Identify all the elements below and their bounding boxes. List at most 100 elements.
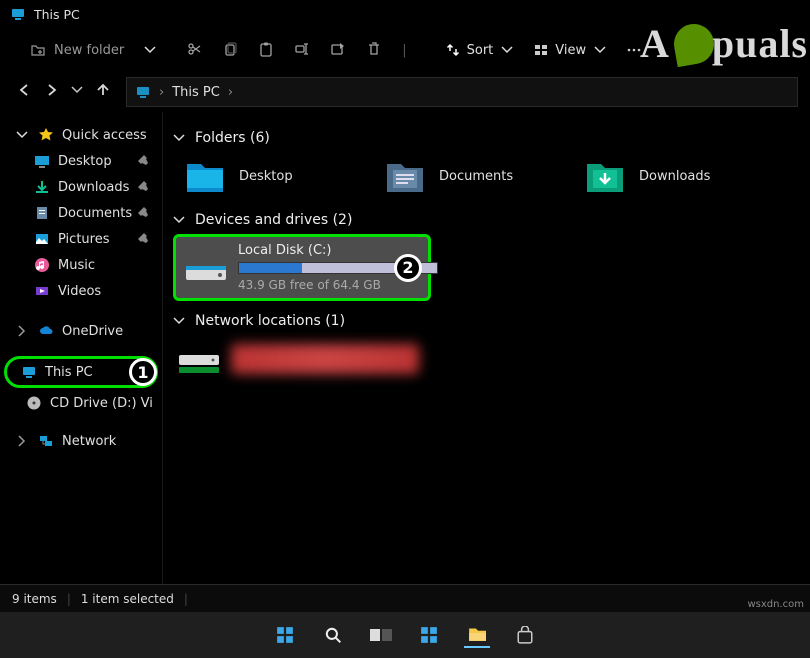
pictures-icon (34, 231, 50, 247)
chevron-right-icon: › (228, 85, 233, 100)
chevron-down-icon (499, 42, 515, 58)
sidebar-item-downloads[interactable]: Downloads (0, 174, 162, 200)
new-folder-label: New folder (54, 43, 124, 58)
windows-icon (276, 626, 294, 644)
taskbar (0, 612, 810, 658)
section-network-header[interactable]: Network locations (1) (169, 309, 806, 333)
section-devices-header[interactable]: Devices and drives (2) (169, 208, 806, 232)
store-icon (516, 626, 534, 644)
watermark-letters: puals (712, 20, 808, 67)
view-button[interactable]: View (533, 42, 608, 58)
sidebar-item-label: Music (58, 258, 95, 273)
star-icon (38, 127, 54, 143)
widgets-icon (420, 626, 438, 644)
sidebar-item-music[interactable]: Music (0, 252, 162, 278)
pin-icon (136, 153, 152, 169)
sidebar-item-videos[interactable]: Videos (0, 278, 162, 304)
section-devices-label: Devices and drives (2) (195, 212, 352, 228)
view-label: View (555, 43, 586, 58)
folder-tile-downloads[interactable]: Downloads (575, 154, 745, 198)
chevron-down-icon (142, 42, 158, 58)
breadcrumb[interactable]: This PC (172, 85, 220, 100)
folder-tile-desktop[interactable]: Desktop (175, 154, 345, 198)
status-selected: 1 item selected (81, 592, 174, 606)
back-button[interactable] (12, 82, 38, 102)
chevron-down-icon (171, 212, 187, 228)
taskbar-store[interactable] (512, 622, 538, 648)
this-pc-icon (21, 364, 37, 380)
sidebar-network[interactable]: Network (0, 428, 162, 454)
taskbar-search[interactable] (320, 622, 346, 648)
watermark-logo-icon (671, 20, 717, 66)
videos-icon (34, 283, 50, 299)
delete-icon[interactable] (366, 41, 384, 59)
drive-tile-local-c[interactable]: Local Disk (C:) 43.9 GB free of 64.4 GB … (173, 234, 431, 301)
taskbar-file-explorer[interactable] (464, 622, 490, 648)
address-bar[interactable]: › This PC › (126, 77, 798, 107)
taskbar-taskview[interactable] (368, 622, 394, 648)
sidebar-label: Quick access (62, 128, 147, 143)
rename-icon[interactable] (294, 41, 312, 59)
sidebar-this-pc[interactable]: This PC 1 (4, 356, 158, 388)
status-divider: | (67, 592, 71, 606)
desktop-icon (34, 153, 50, 169)
sidebar-label: Network (62, 434, 116, 449)
section-folders-label: Folders (6) (195, 130, 270, 146)
sidebar-item-label: Desktop (58, 154, 112, 169)
sidebar-item-label: Downloads (58, 180, 129, 195)
window-title: This PC (34, 7, 80, 22)
start-button[interactable] (272, 622, 298, 648)
explorer-icon (468, 624, 486, 642)
taskbar-widgets[interactable] (416, 622, 442, 648)
download-icon (34, 179, 50, 195)
chevron-down-icon (171, 130, 187, 146)
history-button[interactable] (64, 82, 90, 102)
annotation-badge-1: 1 (129, 358, 157, 386)
paste-icon[interactable] (258, 41, 276, 59)
copy-icon[interactable] (222, 41, 240, 59)
music-icon (34, 257, 50, 273)
search-icon (324, 626, 342, 644)
network-location-tile[interactable] (169, 333, 429, 385)
sidebar-item-desktop[interactable]: Desktop (0, 148, 162, 174)
chevron-down-icon (171, 313, 187, 329)
up-button[interactable] (90, 82, 116, 102)
chevron-right-icon (14, 433, 30, 449)
chevron-right-icon (14, 323, 30, 339)
network-drive-icon (179, 339, 219, 379)
forward-button[interactable] (38, 82, 64, 102)
arrow-left-icon (17, 82, 33, 98)
status-items: 9 items (12, 592, 57, 606)
sidebar-item-label: Pictures (58, 232, 109, 247)
folder-tile-documents[interactable]: Documents (375, 154, 545, 198)
sidebar-cd-drive[interactable]: CD Drive (D:) Virtual (0, 390, 162, 416)
document-icon (34, 205, 50, 221)
drive-icon (186, 248, 226, 288)
section-folders-header[interactable]: Folders (6) (169, 126, 806, 150)
pin-icon (136, 179, 152, 195)
this-pc-icon (10, 6, 26, 22)
folder-icon (385, 156, 425, 196)
arrow-right-icon (43, 82, 59, 98)
redacted-name (231, 344, 419, 374)
view-icon (533, 42, 549, 58)
arrow-up-icon (95, 82, 111, 98)
sidebar-label: OneDrive (62, 324, 123, 339)
sort-button[interactable]: Sort (445, 42, 516, 58)
sidebar-item-pictures[interactable]: Pictures (0, 226, 162, 252)
sidebar-quick-access[interactable]: Quick access (0, 122, 162, 148)
sidebar-onedrive[interactable]: OneDrive (0, 318, 162, 344)
cut-icon[interactable] (186, 41, 204, 59)
disc-icon (26, 395, 42, 411)
chevron-right-icon: › (159, 85, 164, 100)
chevron-down-icon (69, 82, 85, 98)
pin-icon (136, 205, 152, 221)
folder-name: Documents (439, 169, 513, 184)
new-folder-button[interactable]: New folder (20, 38, 168, 62)
sort-label: Sort (467, 43, 494, 58)
status-divider: | (184, 592, 188, 606)
sidebar-item-documents[interactable]: Documents (0, 200, 162, 226)
chevron-down-icon (14, 127, 30, 143)
share-icon[interactable] (330, 41, 348, 59)
sidebar-label: CD Drive (D:) Virtual (50, 396, 154, 411)
